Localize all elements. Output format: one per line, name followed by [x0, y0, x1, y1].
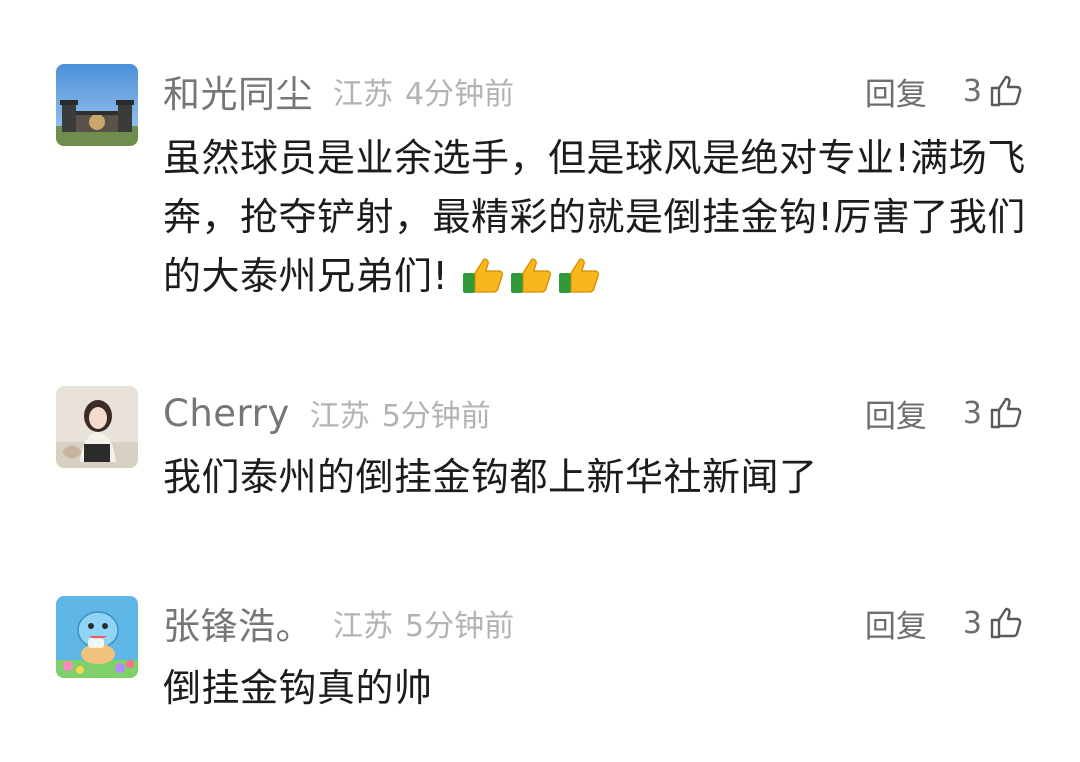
comment-actions: 回复 3 [865, 388, 1024, 438]
location-label: 江苏 [333, 77, 393, 112]
gate-photo-avatar [56, 64, 138, 146]
like-count: 3 [962, 395, 982, 431]
timestamp: 5分钟前 [381, 399, 491, 434]
thumbs-up-emoji [509, 253, 555, 293]
comment-text: 倒挂金钩真的帅 [163, 659, 1033, 718]
thumbs-up-outline-icon[interactable] [988, 395, 1024, 431]
username[interactable]: Cherry [163, 392, 290, 435]
comment-actions: 回复 3 [865, 66, 1024, 116]
like-count: 3 [962, 73, 982, 109]
comment-text: 虽然球员是业余选手，但是球风是绝对专业!满场飞奔，抢夺铲射，最精彩的就是倒挂金钩… [163, 129, 1033, 306]
timestamp: 4分钟前 [405, 77, 515, 112]
comment-meta: Cherry 江苏 5分钟前 [163, 388, 491, 438]
cartoon-turtle-avatar [56, 596, 138, 678]
user-avatar[interactable] [56, 64, 138, 146]
comment-text: 我们泰州的倒挂金钩都上新华社新闻了 [163, 448, 1033, 507]
thumbs-up-outline-icon[interactable] [988, 605, 1024, 641]
user-avatar[interactable] [56, 596, 138, 678]
location-label: 江苏 [309, 399, 370, 434]
girl-photo-avatar [56, 386, 138, 468]
location-label: 江苏 [333, 609, 393, 644]
reply-button[interactable]: 回复 [865, 69, 927, 114]
comment-actions: 回复 3 [865, 598, 1024, 648]
comment-body: 我们泰州的倒挂金钩都上新华社新闻了 [163, 455, 818, 499]
username[interactable]: 张锋浩。 [163, 596, 313, 650]
username[interactable]: 和光同尘 [163, 64, 313, 118]
thumbs-up-emoji [461, 253, 507, 293]
comment-body: 倒挂金钩真的帅 [163, 666, 433, 710]
reply-button[interactable]: 回复 [865, 601, 927, 646]
thumbs-up-emoji [557, 253, 603, 293]
like-count: 3 [962, 605, 982, 641]
reply-button[interactable]: 回复 [865, 391, 927, 436]
timestamp: 5分钟前 [405, 609, 515, 644]
thumbs-up-outline-icon[interactable] [988, 73, 1024, 109]
comment-meta: 和光同尘 江苏 4分钟前 [163, 66, 514, 116]
user-avatar[interactable] [56, 386, 138, 468]
comment-meta: 张锋浩。 江苏 5分钟前 [163, 598, 514, 648]
